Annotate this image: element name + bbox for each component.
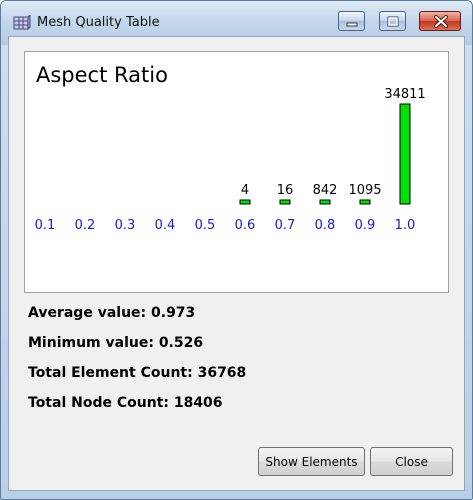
category-label-0.2: 0.2 [75, 218, 96, 233]
category-label-0.7: 0.7 [275, 218, 296, 233]
node-count: Total Node Count: 18406 [28, 395, 223, 411]
close-window-button[interactable] [419, 11, 461, 31]
average-value: Average value: 0.973 [28, 305, 196, 321]
window-title: Mesh Quality Table [37, 15, 160, 30]
mesh-quality-window: Mesh Quality Table Aspect Ratio 0.1 0.2 0.… [0, 0, 473, 500]
maximize-icon [387, 16, 399, 27]
category-label-0.6: 0.6 [235, 218, 256, 233]
data-label-0.6: 4 [241, 183, 249, 198]
dialog-body: Aspect Ratio 0.1 0.2 0.3 0.4 0.5 4 0.6 16 0.7 842… [8, 36, 465, 491]
bar-1.0 [399, 103, 411, 205]
category-label-0.1: 0.1 [35, 218, 56, 233]
category-label-0.8: 0.8 [315, 218, 336, 233]
data-label-0.7: 16 [277, 183, 294, 198]
show-elements-button[interactable]: Show Elements [258, 447, 365, 476]
bar-0.9 [359, 199, 371, 205]
category-label-1.0: 1.0 [395, 218, 416, 233]
chart-canvas: Aspect Ratio 0.1 0.2 0.3 0.4 0.5 4 0.6 16 0.7 842… [35, 63, 426, 233]
data-label-0.9: 1095 [348, 183, 381, 198]
chart-title: Aspect Ratio [36, 63, 168, 87]
minimize-icon [346, 22, 358, 27]
category-label-0.5: 0.5 [195, 218, 216, 233]
bar-0.6 [239, 199, 251, 205]
data-label-1.0: 34811 [384, 87, 425, 102]
maximize-button[interactable] [379, 11, 406, 31]
close-icon [434, 15, 448, 28]
bar-0.7 [279, 199, 291, 205]
close-button[interactable]: Close [370, 447, 453, 476]
aspect-ratio-chart: Aspect Ratio 0.1 0.2 0.3 0.4 0.5 4 0.6 16 0.7 842… [24, 51, 449, 293]
bar-0.8 [319, 199, 331, 205]
category-label-0.4: 0.4 [155, 218, 176, 233]
category-label-0.9: 0.9 [355, 218, 376, 233]
mesh-table-icon [13, 13, 31, 31]
data-label-0.8: 842 [313, 183, 338, 198]
category-label-0.3: 0.3 [115, 218, 136, 233]
minimum-value: Minimum value: 0.526 [28, 335, 204, 351]
element-count: Total Element Count: 36768 [28, 365, 247, 381]
minimize-button[interactable] [338, 11, 365, 31]
